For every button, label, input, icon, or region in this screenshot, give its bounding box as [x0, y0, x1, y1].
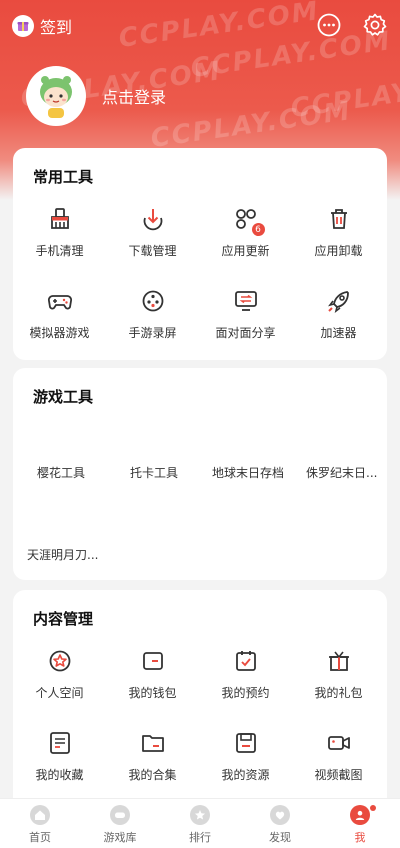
- nav-item-game-library[interactable]: 游戏库: [80, 799, 160, 848]
- nav-label: 排行: [189, 831, 211, 844]
- content-label: 我的预约: [221, 686, 270, 700]
- common-tools-card: 常用工具 手机清理 下载管理 6 应用更新 应用卸载 模拟器游戏 手游录屏 面对…: [13, 148, 387, 360]
- tool-app-uninstall[interactable]: 应用卸载: [292, 206, 385, 259]
- face-to-face-share-icon: [233, 288, 259, 314]
- nav-item-home[interactable]: 首页: [0, 799, 80, 848]
- tool-label: 应用卸载: [314, 244, 363, 258]
- tool-label: 应用更新: [221, 244, 270, 258]
- trash-icon: [326, 206, 352, 232]
- star-circle-icon: [47, 648, 73, 674]
- game-tool-item[interactable]: 侏罗纪末日...: [306, 464, 377, 481]
- game-tool-item[interactable]: 樱花工具: [37, 464, 85, 481]
- tool-screen-record[interactable]: 手游录屏: [106, 288, 199, 341]
- checkin-icon: [12, 15, 34, 37]
- notification-dot: [370, 805, 376, 811]
- game-tool-item[interactable]: 托卡工具: [130, 464, 178, 481]
- wallet-icon: [140, 648, 166, 674]
- content-label: 我的收藏: [35, 768, 84, 782]
- content-my-wallet[interactable]: 我的钱包: [106, 648, 199, 701]
- discover-icon: [270, 805, 290, 825]
- bottom-navigation: 首页 游戏库 排行 发现 我: [0, 798, 400, 848]
- checkin-button[interactable]: 签到: [12, 14, 72, 38]
- content-my-resources[interactable]: 我的资源: [199, 730, 292, 783]
- nav-item-ranking[interactable]: 排行: [160, 799, 240, 848]
- tool-download-manager[interactable]: 下载管理: [106, 206, 199, 259]
- nav-label: 游戏库: [103, 831, 137, 844]
- content-label: 我的礼包: [314, 686, 363, 700]
- watermark-text: CCPLAY.COM: [148, 96, 354, 154]
- tool-label: 下载管理: [128, 244, 177, 258]
- profile-icon: [350, 805, 370, 825]
- rocket-icon: [326, 288, 352, 314]
- game-tool-item[interactable]: 天涯明月刀...: [27, 546, 98, 563]
- content-personal-space[interactable]: 个人空间: [13, 648, 106, 701]
- section-title-common-tools: 常用工具: [33, 168, 94, 186]
- video-camera-icon: [326, 730, 352, 756]
- section-title-game-tools: 游戏工具: [33, 388, 94, 406]
- checkin-label: 签到: [40, 18, 73, 37]
- content-my-favorites[interactable]: 我的收藏: [13, 730, 106, 783]
- broom-icon: [47, 206, 73, 232]
- update-count-badge: 6: [251, 223, 265, 236]
- content-label: 我的钱包: [128, 686, 177, 700]
- game-tools-card: 游戏工具 樱花工具 托卡工具 地球末日存档 侏罗纪末日... 天涯明月刀...: [13, 368, 387, 580]
- tool-label: 加速器: [320, 326, 357, 340]
- film-reel-icon: [140, 288, 166, 314]
- folder-icon: [140, 730, 166, 756]
- settings-gear-icon[interactable]: [362, 12, 388, 38]
- calendar-check-icon: [233, 648, 259, 674]
- app-update-icon: 6: [233, 206, 265, 236]
- tool-label: 手机清理: [35, 244, 84, 258]
- nav-label: 发现: [269, 831, 291, 844]
- gamepad-icon: [47, 288, 73, 314]
- ranking-icon: [190, 805, 210, 825]
- content-management-card: 内容管理 个人空间 我的钱包 我的预约 我的礼包 我的收藏 我的合集 我的资源 …: [13, 590, 387, 810]
- nav-label: 首页: [29, 831, 51, 844]
- tool-label: 面对面分享: [215, 326, 276, 340]
- tool-accelerator[interactable]: 加速器: [292, 288, 385, 341]
- nav-item-me[interactable]: 我: [320, 799, 400, 848]
- content-my-reservations[interactable]: 我的预约: [199, 648, 292, 701]
- content-label: 我的合集: [128, 768, 177, 782]
- avatar[interactable]: [26, 66, 86, 126]
- tool-label: 手游录屏: [128, 326, 177, 340]
- game-tool-item[interactable]: 地球末日存档: [212, 464, 284, 481]
- content-label: 我的资源: [221, 768, 270, 782]
- content-video-screenshots[interactable]: 视频截图: [292, 730, 385, 783]
- download-icon: [140, 206, 166, 232]
- section-title-content-management: 内容管理: [33, 610, 94, 628]
- nav-label: 我: [354, 831, 366, 844]
- nav-item-discover[interactable]: 发现: [240, 799, 320, 848]
- tool-face-to-face-share[interactable]: 面对面分享: [199, 288, 292, 341]
- login-link[interactable]: 点击登录: [102, 84, 166, 108]
- content-label: 个人空间: [35, 686, 84, 700]
- tool-app-update[interactable]: 6 应用更新: [199, 206, 292, 259]
- tool-emulator-games[interactable]: 模拟器游戏: [13, 288, 106, 341]
- home-icon: [30, 805, 50, 825]
- tool-label: 模拟器游戏: [29, 326, 90, 340]
- gift-icon: [326, 648, 352, 674]
- message-icon[interactable]: [316, 12, 342, 38]
- bookmark-list-icon: [47, 730, 73, 756]
- content-label: 视频截图: [314, 768, 363, 782]
- game-library-icon: [110, 805, 130, 825]
- tool-phone-cleanup[interactable]: 手机清理: [13, 206, 106, 259]
- save-icon: [233, 730, 259, 756]
- content-my-gift-packs[interactable]: 我的礼包: [292, 648, 385, 701]
- content-my-collections[interactable]: 我的合集: [106, 730, 199, 783]
